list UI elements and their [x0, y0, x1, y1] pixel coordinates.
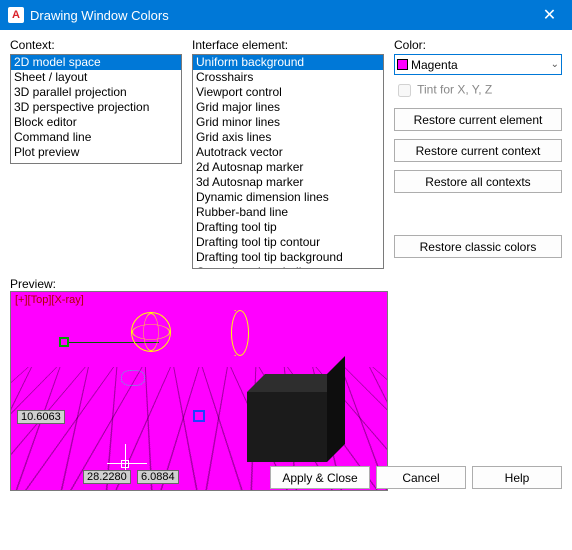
preview-tooltip-3: 6.0884: [137, 470, 179, 484]
context-listbox[interactable]: 2D model spaceSheet / layout3D parallel …: [10, 54, 182, 164]
restore-current-context-button[interactable]: Restore current context: [394, 139, 562, 162]
preview-label: Preview:: [10, 277, 562, 291]
context-item[interactable]: 3D perspective projection: [11, 100, 181, 115]
preview-viewport-control: [+][Top][X-ray]: [15, 294, 84, 306]
context-item[interactable]: Command line: [11, 130, 181, 145]
context-item[interactable]: Sheet / layout: [11, 70, 181, 85]
restore-classic-colors-button[interactable]: Restore classic colors: [394, 235, 562, 258]
element-item[interactable]: 2d Autosnap marker: [193, 160, 383, 175]
element-item[interactable]: Viewport control: [193, 85, 383, 100]
element-item[interactable]: Rubber-band line: [193, 205, 383, 220]
tint-checkbox: [398, 84, 411, 97]
tint-label: Tint for X, Y, Z: [417, 83, 492, 97]
apply-close-button[interactable]: Apply & Close: [270, 466, 370, 489]
element-item[interactable]: Uniform background: [193, 55, 383, 70]
context-item[interactable]: Plot preview: [11, 145, 181, 160]
color-select-value: Magenta: [411, 58, 551, 72]
preview-tooltip-1: 10.6063: [17, 410, 65, 424]
element-item[interactable]: Drafting tool tip: [193, 220, 383, 235]
app-icon: A: [8, 7, 24, 23]
preview-cone-wire: [181, 310, 236, 354]
element-item[interactable]: Autotrack vector: [193, 145, 383, 160]
preview-pane: [+][Top][X-ray] 10.6063 28.2280 6.0884: [10, 291, 388, 491]
preview-crosshair-box: [121, 460, 129, 468]
preview-sphere-wire: [131, 312, 171, 352]
context-item[interactable]: 3D parallel projection: [11, 85, 181, 100]
title-bar: A Drawing Window Colors ✕: [0, 0, 572, 30]
element-item[interactable]: Grid minor lines: [193, 115, 383, 130]
context-item[interactable]: 2D model space: [11, 55, 181, 70]
element-item[interactable]: Grid axis lines: [193, 130, 383, 145]
close-button[interactable]: ✕: [527, 0, 572, 30]
element-item[interactable]: Drafting tool tip contour: [193, 235, 383, 250]
preview-pick-box: [193, 410, 205, 422]
restore-current-element-button[interactable]: Restore current element: [394, 108, 562, 131]
element-item[interactable]: Grid major lines: [193, 100, 383, 115]
preview-tooltip-2: 28.2280: [83, 470, 131, 484]
cancel-button[interactable]: Cancel: [376, 466, 466, 489]
element-item[interactable]: Crosshairs: [193, 70, 383, 85]
element-item[interactable]: Drafting tool tip background: [193, 250, 383, 265]
preview-teapot-wire: [121, 370, 145, 386]
context-item[interactable]: Block editor: [11, 115, 181, 130]
element-item[interactable]: Dynamic dimension lines: [193, 190, 383, 205]
element-item[interactable]: 3d Autosnap marker: [193, 175, 383, 190]
interface-element-label: Interface element:: [192, 38, 384, 52]
color-swatch-icon: [397, 59, 408, 70]
interface-element-listbox[interactable]: Uniform backgroundCrosshairsViewport con…: [192, 54, 384, 269]
chevron-down-icon: ⌄: [551, 59, 559, 70]
color-label: Color:: [394, 38, 562, 52]
help-button[interactable]: Help: [472, 466, 562, 489]
element-item[interactable]: Control vertices hull: [193, 265, 383, 269]
preview-autosnap-marker: [59, 337, 69, 347]
context-label: Context:: [10, 38, 182, 52]
preview-cube: [247, 392, 327, 462]
color-select[interactable]: Magenta ⌄: [394, 54, 562, 75]
window-title: Drawing Window Colors: [30, 8, 527, 23]
restore-all-contexts-button[interactable]: Restore all contexts: [394, 170, 562, 193]
